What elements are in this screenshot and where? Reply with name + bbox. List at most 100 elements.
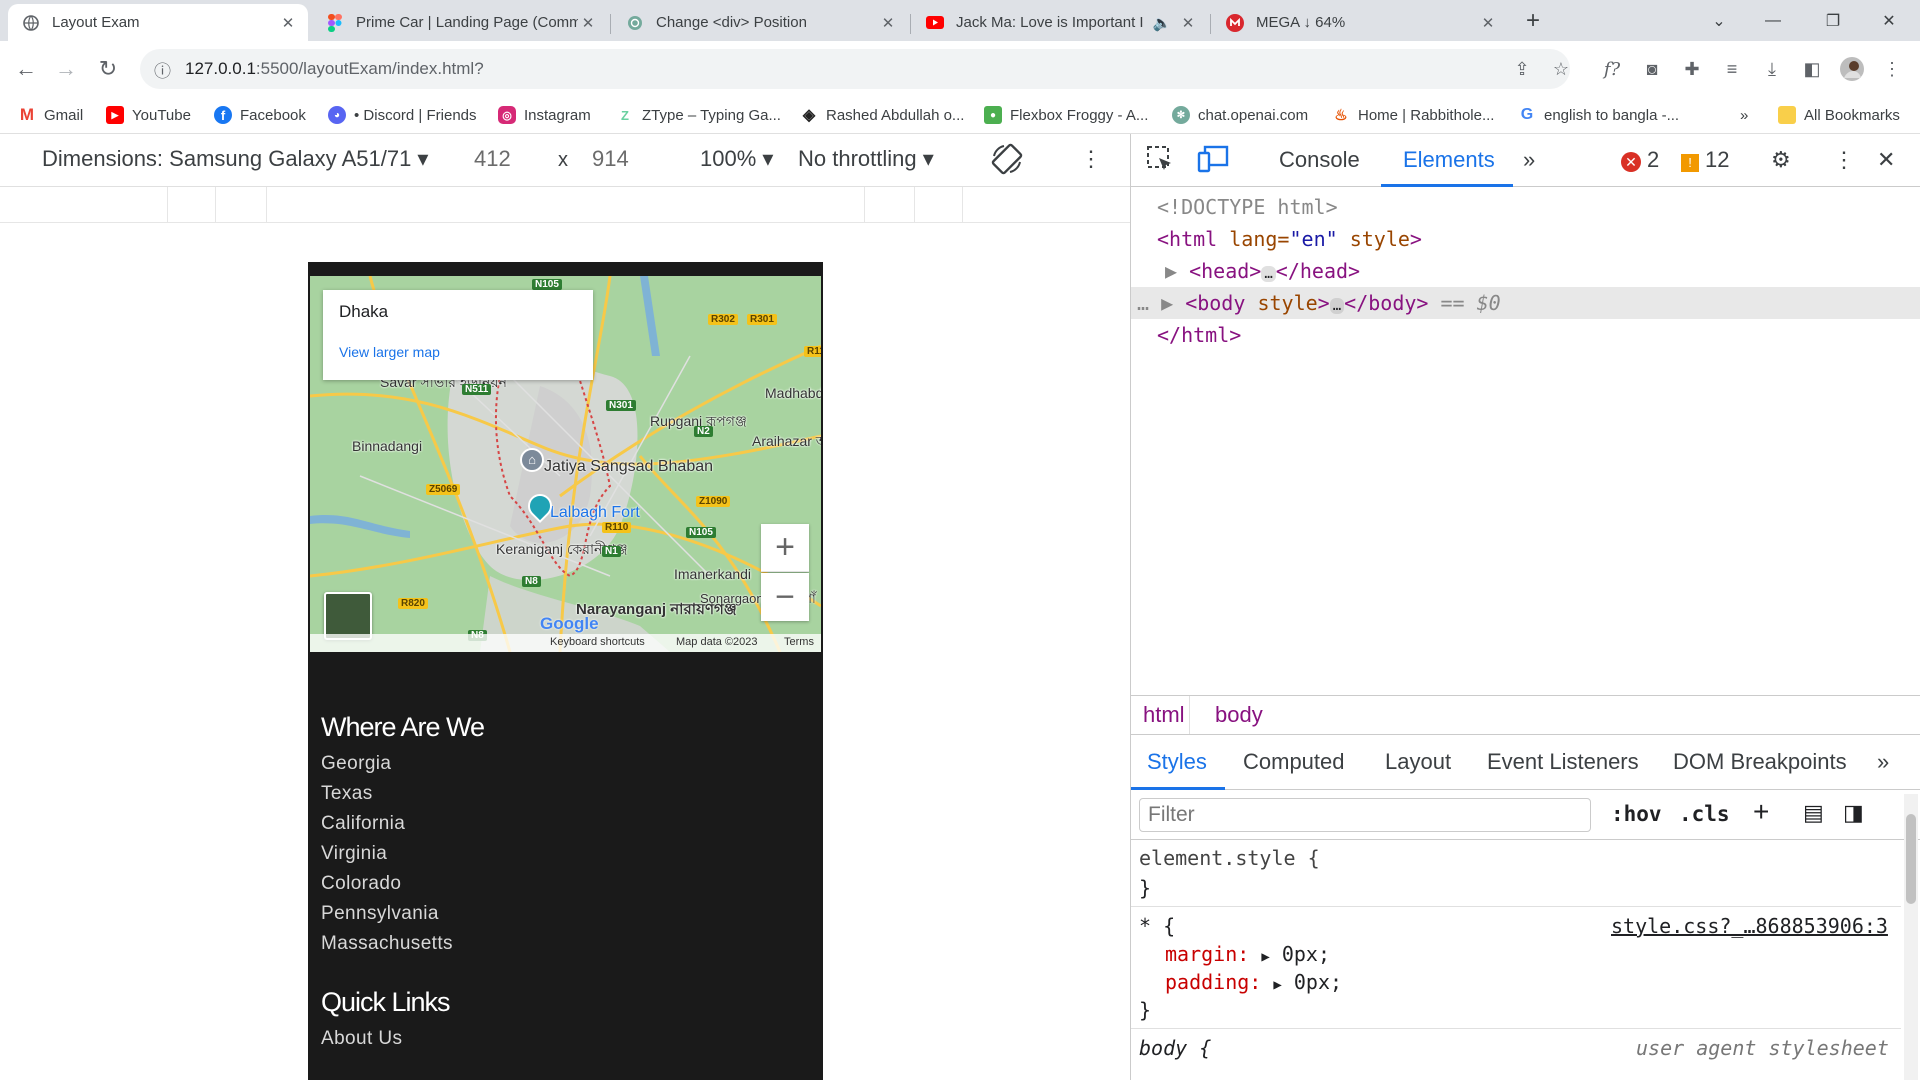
speaker-icon[interactable]: 🔈 — [1152, 14, 1172, 32]
subtab-computed[interactable]: Computed — [1243, 749, 1345, 775]
subtab-layout[interactable]: Layout — [1385, 749, 1451, 775]
bookmark-english-bangla[interactable]: Genglish to bangla -... — [1518, 103, 1679, 127]
settings-gear-icon[interactable]: ⚙ — [1771, 147, 1791, 173]
css-property[interactable]: padding: — [1165, 970, 1261, 994]
rule-selector[interactable]: element.style { — [1139, 846, 1320, 870]
toggle-sidebar-icon[interactable]: ◨ — [1843, 800, 1864, 826]
bookmark-discord[interactable]: ◕ • Discord | Friends — [328, 103, 477, 127]
avatar[interactable] — [1836, 53, 1868, 85]
tab-jack-ma[interactable]: Jack Ma: Love is Important I 🔈 ✕ — [912, 4, 1208, 41]
tab-search-icon[interactable]: ⌄ — [1696, 0, 1742, 41]
warnings-badge[interactable]: ! 12 — [1681, 147, 1729, 173]
ellipsis-icon[interactable]: … — [1329, 298, 1345, 314]
expand-triangle-icon[interactable]: ▶ — [1165, 259, 1177, 283]
width-input[interactable]: 412 — [474, 146, 511, 172]
close-tab-icon[interactable]: ✕ — [578, 14, 598, 32]
view-larger-map-link[interactable]: View larger map — [339, 344, 577, 360]
bookmark-youtube[interactable]: ▶ YouTube — [106, 103, 191, 127]
devtools-menu-icon[interactable]: ⋮ — [1833, 147, 1855, 173]
subtab-styles[interactable]: Styles — [1147, 749, 1207, 775]
new-tab-button[interactable]: + — [1510, 0, 1556, 41]
expand-triangle-icon[interactable]: ▶ — [1161, 291, 1173, 315]
zoom-in-button[interactable]: + — [761, 524, 809, 572]
styles-filter-input[interactable]: Filter — [1139, 798, 1591, 832]
keyboard-shortcuts-link[interactable]: Keyboard shortcuts — [550, 636, 645, 648]
rotate-icon[interactable] — [990, 142, 1024, 176]
download-icon[interactable]: ⤓ — [1756, 53, 1788, 85]
close-tab-icon[interactable]: ✕ — [278, 14, 298, 32]
bookmark-chat-openai[interactable]: ✻ chat.openai.com — [1172, 103, 1308, 127]
dom-node-doctype[interactable]: <!DOCTYPE html> — [1131, 191, 1920, 223]
bookmark-rabbithole[interactable]: ♨ Home | Rabbithole... — [1332, 103, 1494, 127]
more-options-icon[interactable]: ⋮ — [1080, 146, 1102, 172]
extensions-icon[interactable]: ✚ — [1676, 53, 1708, 85]
camera-icon[interactable]: ◙ — [1636, 53, 1668, 85]
tab-layout-exam[interactable]: Layout Exam ✕ — [8, 4, 308, 41]
new-rule-icon[interactable]: + — [1753, 796, 1769, 828]
tab-mega[interactable]: MEGA ↓ 64% ✕ — [1212, 4, 1508, 41]
errors-badge[interactable]: ✕ 2 — [1621, 147, 1659, 173]
tab-elements[interactable]: Elements — [1403, 147, 1495, 173]
more-tabs-icon[interactable]: » — [1523, 147, 1535, 173]
rule-selector[interactable]: body { — [1139, 1036, 1211, 1060]
dom-node-body[interactable]: … ▶ <body style>… </body> == $0 — [1131, 287, 1920, 319]
hov-toggle[interactable]: :hov — [1611, 802, 1662, 826]
star-icon[interactable]: ☆ — [1545, 53, 1577, 85]
cls-toggle[interactable]: .cls — [1679, 802, 1730, 826]
satellite-toggle-button[interactable] — [324, 592, 372, 640]
kebab-menu-icon[interactable]: ⋮ — [1876, 53, 1908, 85]
dom-node-html[interactable]: <html lang="en" style> — [1131, 223, 1920, 255]
dom-node-html-close[interactable]: </html> — [1131, 319, 1920, 351]
ellipsis-icon[interactable]: … — [1261, 266, 1276, 282]
minimize-button[interactable]: — — [1750, 0, 1796, 41]
expand-triangle-icon[interactable]: ▶ — [1261, 949, 1269, 965]
tab-change-div[interactable]: Change <div> Position ✕ — [612, 4, 908, 41]
subtab-dom-breakpoints[interactable]: DOM Breakpoints — [1673, 749, 1847, 775]
zoom-out-button[interactable]: − — [761, 573, 809, 621]
monument-marker-icon[interactable]: ⌂ — [520, 448, 544, 472]
forward-button[interactable]: → — [48, 41, 84, 97]
close-tab-icon[interactable]: ✕ — [1178, 14, 1198, 32]
info-icon[interactable]: ⓘ — [154, 57, 171, 82]
share-icon[interactable]: ⇪ — [1506, 53, 1538, 85]
breadcrumb-body[interactable]: body — [1215, 702, 1263, 728]
styles-scrollbar[interactable] — [1904, 794, 1918, 1080]
subtab-event-listeners[interactable]: Event Listeners — [1487, 749, 1639, 775]
address-bar[interactable]: ⓘ 127.0.0.1:5500/layoutExam/index.html? — [140, 49, 1570, 89]
dimensions-select[interactable]: Dimensions: Samsung Galaxy A51/71 ▾ — [42, 146, 428, 172]
back-button[interactable]: ← — [8, 41, 44, 97]
paint-brush-icon[interactable]: ▤ — [1803, 800, 1824, 826]
bookmark-ztype[interactable]: Z ZType – Typing Ga... — [616, 103, 781, 127]
bookmark-rashed[interactable]: ◈ Rashed Abdullah o... — [800, 103, 965, 127]
throttling-select[interactable]: No throttling ▾ — [798, 146, 934, 172]
bookmark-instagram[interactable]: ◎ Instagram — [498, 103, 591, 127]
expand-triangle-icon[interactable]: ▶ — [1273, 977, 1281, 993]
quick-link-about-us[interactable]: About Us — [321, 1028, 801, 1058]
tab-console[interactable]: Console — [1279, 147, 1360, 173]
dom-node-head[interactable]: ▶ <head>… </head> — [1131, 255, 1920, 287]
close-tab-icon[interactable]: ✕ — [1478, 14, 1498, 32]
bookmarks-overflow-icon[interactable]: » — [1740, 103, 1748, 127]
all-bookmarks[interactable]: All Bookmarks — [1778, 103, 1900, 127]
breadcrumb-html[interactable]: html — [1143, 702, 1185, 728]
more-subtabs-icon[interactable]: » — [1877, 749, 1889, 775]
bookmark-gmail[interactable]: M Gmail — [18, 103, 83, 127]
google-map-embed[interactable]: Savar সাভার ইউনিয়ন Binnadangi Rupganj র… — [310, 276, 821, 652]
css-property[interactable]: margin: — [1165, 942, 1249, 966]
reload-button[interactable]: ↻ — [90, 41, 126, 97]
rule-source-link[interactable]: style.css?_…868853906:3 — [1611, 914, 1888, 938]
zoom-select[interactable]: 100% ▾ — [700, 146, 773, 172]
bookmark-flexbox-froggy[interactable]: ● Flexbox Froggy - A... — [984, 103, 1148, 127]
font-inspector-icon[interactable]: f? — [1596, 53, 1628, 85]
css-value[interactable]: 0px; — [1282, 942, 1330, 966]
media-icon[interactable]: ≡ — [1716, 53, 1748, 85]
css-value[interactable]: 0px; — [1294, 970, 1342, 994]
terms-link[interactable]: Terms — [784, 636, 814, 648]
device-toggle-icon[interactable] — [1197, 144, 1229, 174]
rule-selector[interactable]: * { — [1139, 914, 1175, 938]
inspect-element-icon[interactable] — [1145, 144, 1175, 174]
restore-button[interactable]: ❐ — [1810, 0, 1856, 41]
close-devtools-icon[interactable]: ✕ — [1877, 147, 1895, 173]
close-tab-icon[interactable]: ✕ — [878, 14, 898, 32]
bookmark-facebook[interactable]: f Facebook — [214, 103, 306, 127]
